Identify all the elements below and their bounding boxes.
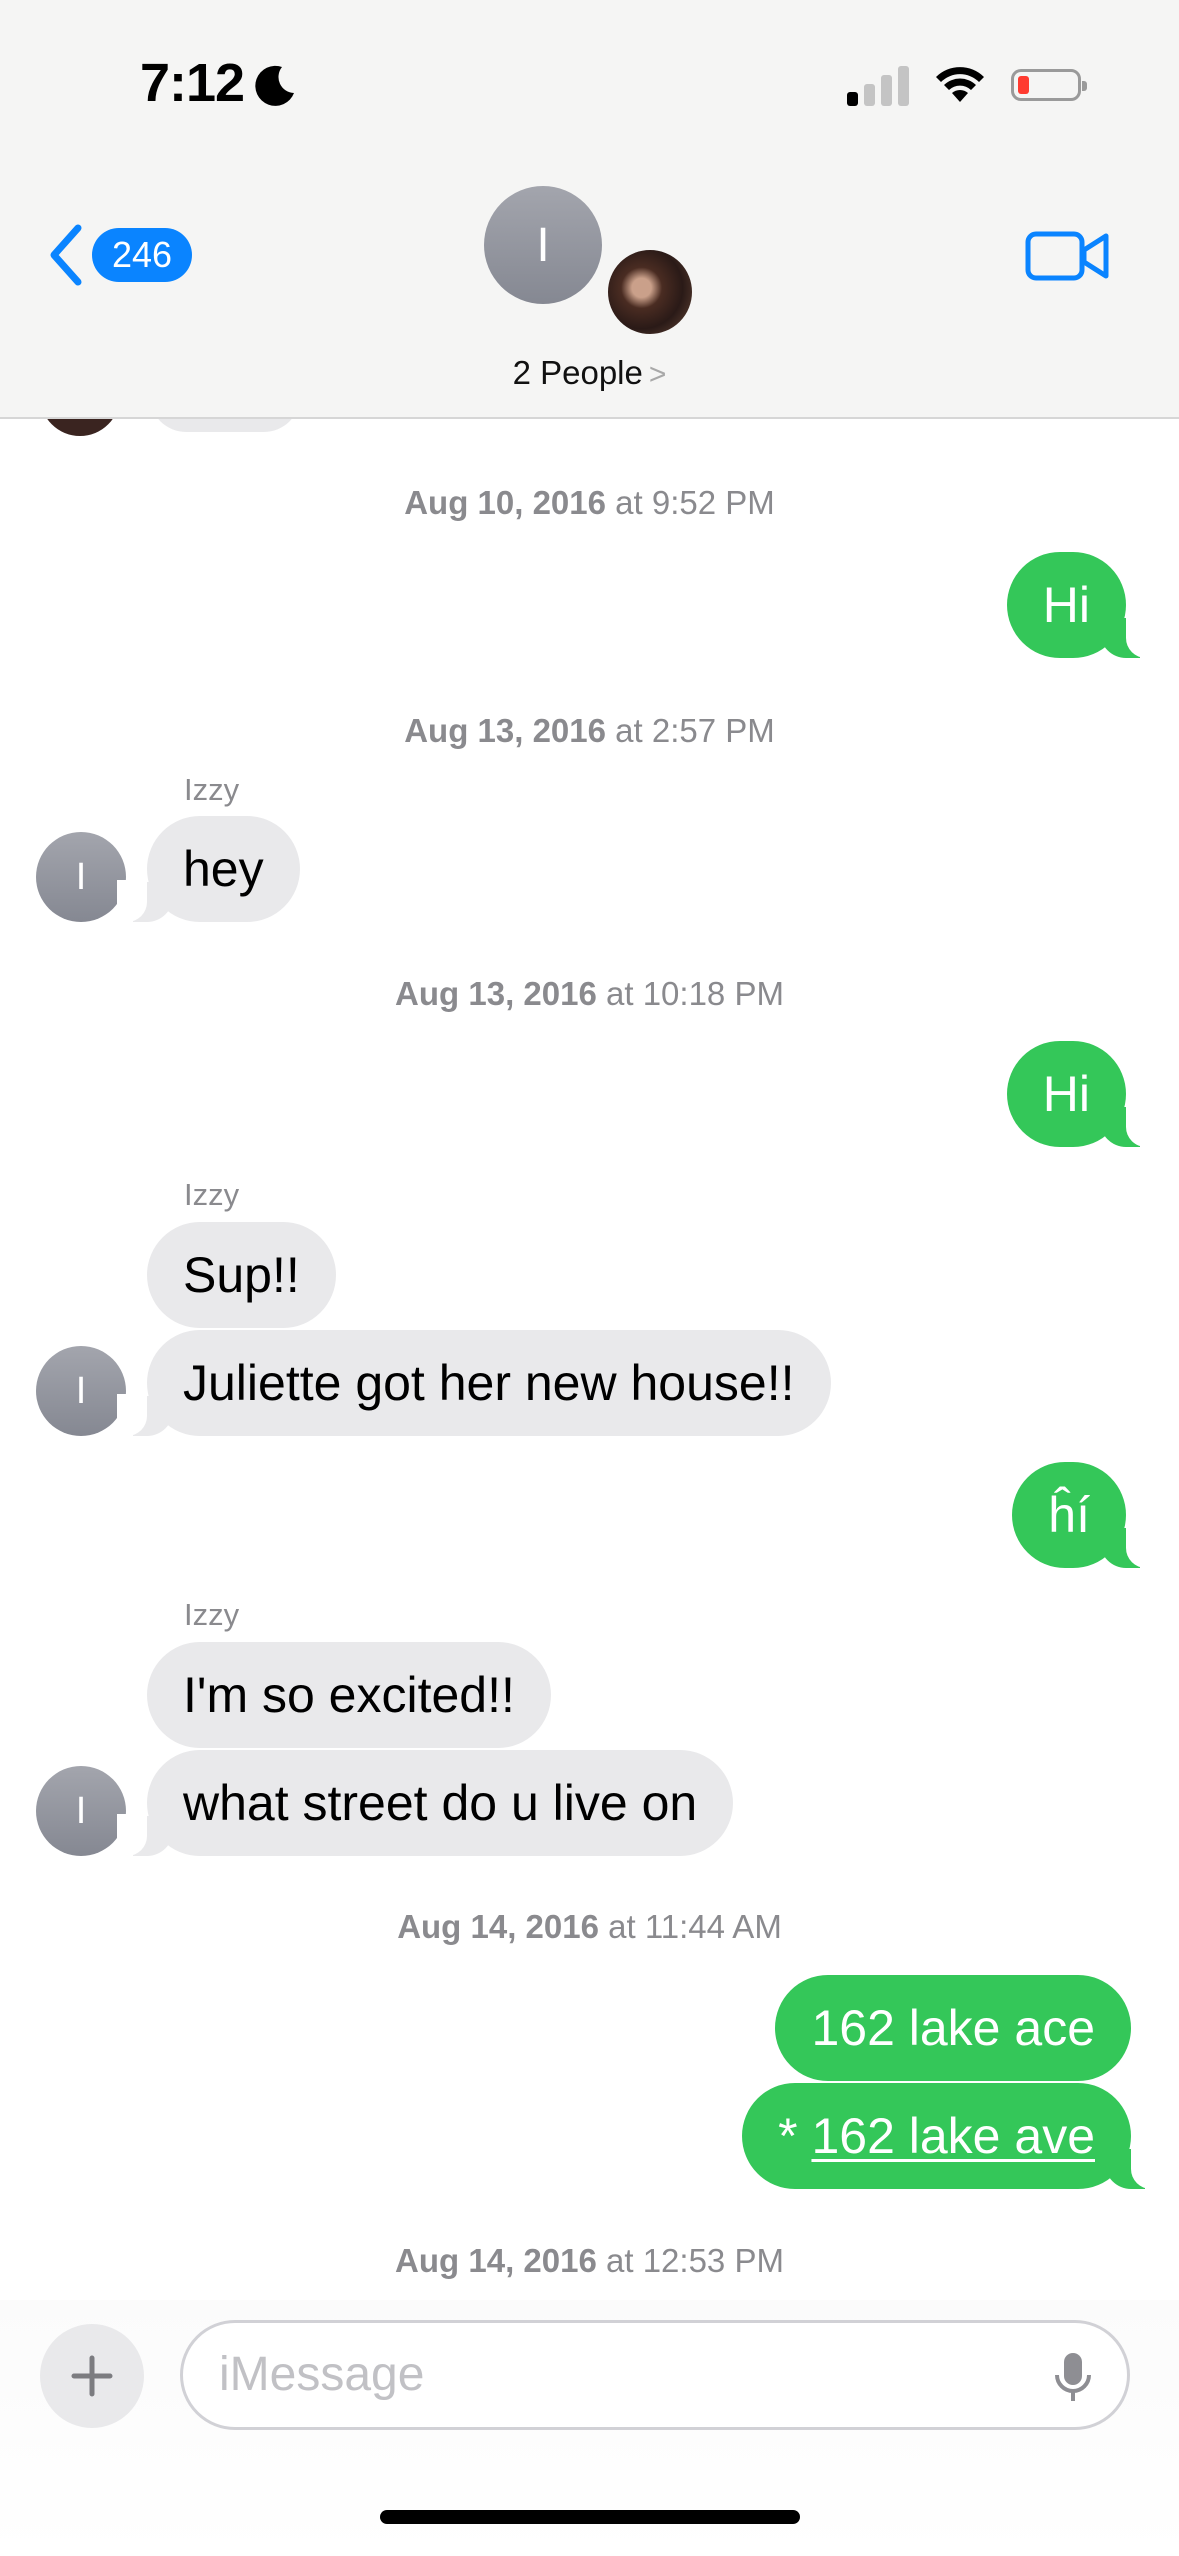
people-label: 2 People	[512, 354, 643, 391]
message-bubble-received[interactable]: hey	[117, 816, 300, 922]
signal-icon	[847, 64, 909, 106]
message-bubble-received[interactable]: Juliette got her new house!!	[117, 1330, 831, 1436]
message-bubble-sent[interactable]: * 162 lake ave	[742, 2083, 1161, 2189]
back-chevron-icon	[50, 224, 82, 286]
address-link[interactable]: 162 lake ave	[811, 2108, 1095, 2164]
conversation-header: 7:12 246 I 2 People >	[0, 0, 1179, 419]
microphone-icon[interactable]	[1053, 2351, 1093, 2405]
timestamp: Aug 13, 2016 at 2:57 PM	[404, 712, 775, 749]
home-indicator[interactable]	[380, 2510, 800, 2524]
unread-badge: 246	[92, 228, 193, 282]
timestamp: Aug 14, 2016 at 12:53 PM	[395, 2242, 784, 2279]
back-button[interactable]: 246	[46, 222, 193, 288]
message-bubble-sent[interactable]: Hi	[1006, 552, 1157, 658]
message-input[interactable]: iMessage	[180, 2320, 1130, 2430]
contact-avatar-photo	[604, 246, 696, 338]
message-bubble-sent[interactable]: ĥí	[1012, 1462, 1156, 1568]
moon-icon	[255, 65, 295, 106]
battery-icon	[1011, 69, 1087, 101]
plus-icon	[71, 2355, 113, 2397]
group-details-link[interactable]: 2 People >	[0, 354, 1179, 392]
wifi-icon	[936, 67, 984, 102]
timestamp: Aug 13, 2016 at 10:18 PM	[395, 975, 784, 1012]
timestamp: Aug 14, 2016 at 11:44 AM	[397, 1908, 782, 1945]
message-bubble-received[interactable]: what street do u live on	[116, 1750, 734, 1856]
sender-name: Izzy	[184, 772, 240, 807]
sender-name: Izzy	[184, 1597, 240, 1632]
sender-name: Izzy	[184, 1177, 240, 1212]
status-icons	[847, 64, 1087, 106]
message-bubble-received[interactable]: Sup!!	[147, 1222, 336, 1328]
avatar[interactable]: I	[36, 832, 126, 922]
message-bubble-sent[interactable]: Hi	[1006, 1041, 1157, 1147]
apps-plus-button[interactable]	[40, 2324, 144, 2428]
avatar[interactable]: I	[36, 1766, 126, 1856]
message-bubble-received[interactable]: I'm so excited!!	[147, 1642, 551, 1748]
group-avatar[interactable]: I	[484, 186, 704, 346]
message-bubble-sent[interactable]: 162 lake ace	[775, 1975, 1131, 2081]
message-input-placeholder: iMessage	[219, 2348, 425, 2401]
status-time: 7:12	[140, 52, 298, 114]
status-time-text: 7:12	[140, 53, 245, 113]
chevron-right-icon: >	[648, 358, 667, 391]
contact-avatar-initial: I	[484, 186, 602, 304]
timestamp: Aug 10, 2016 at 9:52 PM	[404, 484, 775, 521]
video-camera-icon[interactable]	[1024, 226, 1110, 286]
avatar[interactable]: I	[36, 1346, 126, 1436]
